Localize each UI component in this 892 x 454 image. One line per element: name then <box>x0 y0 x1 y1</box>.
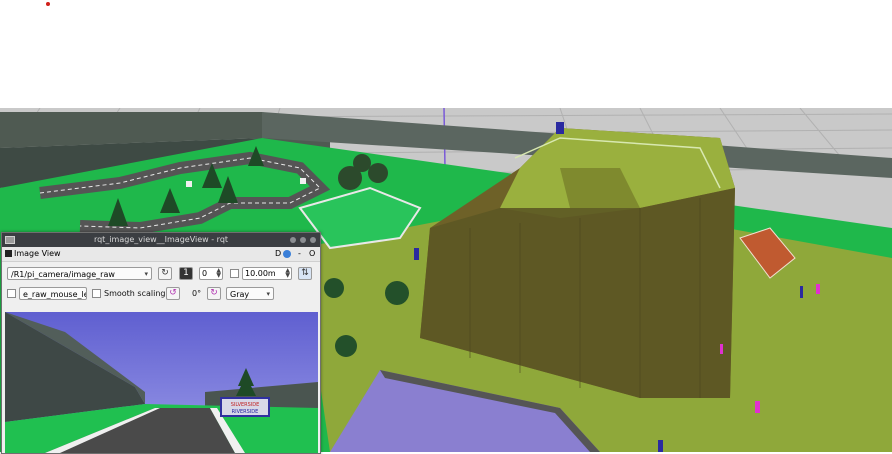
rotate-right-button[interactable]: ↻ <box>207 287 221 300</box>
spin-arrows-icon: ▲ ▼ <box>216 267 221 279</box>
rotation-value: 0° <box>192 289 202 298</box>
frame-value: 0 <box>202 269 208 278</box>
zoom-icon: 1 <box>183 268 189 278</box>
save-image-button[interactable]: ⇅ <box>298 267 312 280</box>
color-scheme-value: Gray <box>230 290 250 299</box>
mouse-publish-checkbox[interactable] <box>7 289 16 298</box>
topic-select[interactable]: /R1/pi_camera/image_raw ▾ <box>7 267 152 280</box>
rotate-left-icon: ↺ <box>169 288 177 298</box>
refresh-icon: ↻ <box>161 268 169 278</box>
topic-row: /R1/pi_camera/image_raw ▾ ↻ 1 0 ▲ ▼ 10.00… <box>2 267 320 285</box>
plugin-header: Image View D - O <box>2 247 320 262</box>
refresh-topics-button[interactable]: ↻ <box>158 267 172 280</box>
close-window-button[interactable] <box>310 237 316 243</box>
zoom-1-button[interactable]: 1 <box>179 267 193 280</box>
spin-arrows-icon: ▲ ▼ <box>285 267 290 279</box>
topic-value: /R1/pi_camera/image_raw <box>11 270 115 279</box>
chevron-down-icon: ▾ <box>144 270 148 278</box>
maximize-window-button[interactable] <box>300 237 306 243</box>
dynamic-range-checkbox[interactable] <box>230 269 239 278</box>
camera-sign-line2: RIVERSIDE <box>232 409 259 415</box>
camera-image[interactable]: SILVERSIDE RIVERSIDE <box>5 312 318 453</box>
max-range-value: 10.00m <box>245 269 276 278</box>
help-icon[interactable] <box>283 250 291 258</box>
close-plugin-button[interactable]: O <box>309 247 315 261</box>
max-range-spinbox[interactable]: 10.00m ▲ ▼ <box>242 267 292 280</box>
minimize-plugin-button[interactable]: - <box>298 247 301 261</box>
chevron-down-icon: ▾ <box>266 290 270 298</box>
plugin-icon <box>5 250 12 257</box>
mouse-topic-field[interactable]: e_raw_mouse_left <box>19 287 87 300</box>
minimize-window-button[interactable] <box>290 237 296 243</box>
dock-button[interactable]: D <box>275 247 281 261</box>
save-icon: ⇅ <box>301 268 309 278</box>
smooth-scaling-checkbox[interactable] <box>92 289 101 298</box>
mouse-topic-value: e_raw_mouse_left <box>23 290 86 299</box>
rqt-image-view-window: rqt_image_view__ImageView - rqt Image Vi… <box>1 232 321 454</box>
options-row: e_raw_mouse_left Smooth scaling ↺ 0° ↻ G… <box>2 287 320 305</box>
plugin-title: Image View <box>14 249 61 258</box>
camera-sign-line1: SILVERSIDE <box>231 402 260 408</box>
red-marker-dot <box>46 2 50 6</box>
color-scheme-select[interactable]: Gray ▾ <box>226 287 274 300</box>
window-titlebar[interactable]: rqt_image_view__ImageView - rqt <box>2 233 320 247</box>
smooth-scaling-label: Smooth scaling <box>104 289 166 298</box>
rotate-right-icon: ↻ <box>210 288 218 298</box>
frame-spinbox[interactable]: 0 ▲ ▼ <box>199 267 223 280</box>
rotate-left-button[interactable]: ↺ <box>166 287 180 300</box>
window-title: rqt_image_view__ImageView - rqt <box>93 235 229 244</box>
